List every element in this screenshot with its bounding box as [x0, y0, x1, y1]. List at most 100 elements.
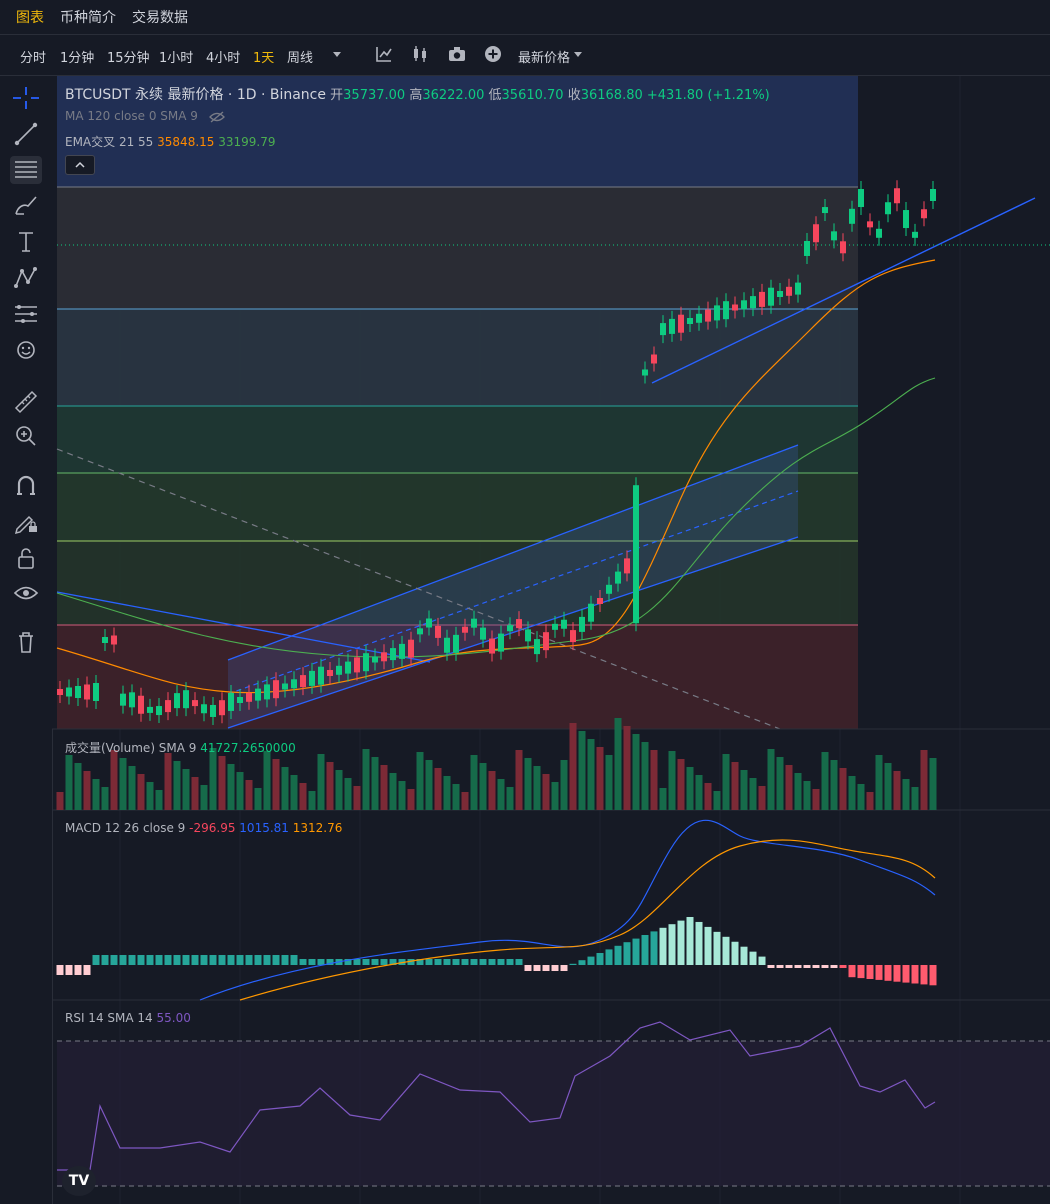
volume-bar	[569, 723, 577, 810]
lock-drawing-icon[interactable]	[10, 508, 42, 536]
ema-legend[interactable]: EMA交叉 21 55 35848.15 33199.79	[65, 133, 276, 150]
ma-legend[interactable]: MA 120 close 0 SMA 9	[65, 109, 226, 124]
fib-retracement-icon[interactable]	[10, 156, 42, 184]
macd-bar	[749, 951, 757, 965]
timeframe-1h[interactable]: 1小时	[159, 47, 193, 66]
crosshair-icon[interactable]	[10, 84, 42, 112]
tab-trading-data[interactable]: 交易数据	[132, 7, 188, 27]
brush-icon[interactable]	[10, 192, 42, 220]
candle-body	[903, 210, 909, 229]
candle-body	[255, 688, 261, 701]
volume-legend[interactable]: 成交量(Volume) SMA 9 41727.2650000	[65, 739, 296, 756]
candle-body	[651, 354, 657, 364]
macd-bar	[524, 965, 532, 971]
price-chart[interactable]	[52, 76, 1050, 1204]
volume-bar	[515, 750, 523, 810]
macd-bar	[155, 955, 163, 965]
close-label: 收	[567, 88, 581, 103]
candle-body	[831, 231, 837, 241]
macd-bar	[200, 955, 208, 965]
magnet-icon[interactable]	[10, 472, 42, 500]
candle-body	[777, 291, 783, 297]
text-icon[interactable]	[10, 228, 42, 256]
candle-body	[930, 189, 936, 202]
macd-bar	[65, 965, 73, 975]
macd-bar	[245, 955, 253, 965]
volume-bar	[182, 769, 190, 810]
timeframe-15m[interactable]: 15分钟	[107, 47, 150, 66]
macd-bar	[452, 959, 460, 965]
emoji-icon[interactable]	[10, 336, 42, 364]
macd-signal-value: 1312.76	[292, 821, 343, 835]
volume-bar	[650, 750, 658, 810]
low-label: 低	[488, 88, 502, 103]
pattern-icon[interactable]	[10, 264, 42, 292]
volume-bar	[542, 774, 550, 810]
volume-bar	[425, 760, 433, 810]
candle-body	[615, 571, 621, 584]
candle-body	[813, 224, 819, 243]
unlock-icon[interactable]	[10, 544, 42, 572]
signal-line	[239, 839, 936, 1001]
drawing-toolbar	[0, 76, 53, 1204]
volume-bar	[227, 764, 235, 810]
macd-bar	[875, 965, 883, 980]
chevron-up-icon	[75, 161, 85, 168]
dropdown-caret-icon[interactable]	[326, 43, 348, 65]
volume-bar	[362, 749, 370, 810]
ruler-lines-icon[interactable]	[10, 300, 42, 328]
macd-bar	[803, 965, 811, 968]
indicators-icon[interactable]	[373, 43, 395, 65]
volume-bar	[479, 763, 487, 810]
candle-body	[534, 639, 540, 655]
candle-body	[156, 706, 162, 716]
tab-chart[interactable]: 图表	[16, 7, 44, 27]
chevron-down-icon[interactable]	[567, 43, 589, 65]
macd-hist-value: -296.95	[189, 821, 236, 835]
eye-icon[interactable]	[10, 580, 42, 608]
volume-bar	[587, 739, 595, 810]
volume-bar	[668, 751, 676, 810]
tab-coin-info[interactable]: 币种简介	[60, 7, 116, 27]
add-plus-icon[interactable]	[482, 43, 504, 65]
camera-icon[interactable]	[446, 43, 468, 65]
volume-bar	[695, 775, 703, 810]
candle-body	[660, 323, 666, 336]
timeframe-1w[interactable]: 周线	[287, 47, 313, 66]
chart-toolbar: 分时 1分钟 15分钟 1小时 4小时 1天 周线 最新价格	[0, 35, 1050, 76]
ema-slow-value: 33199.79	[218, 135, 276, 149]
zoom-in-icon[interactable]	[10, 422, 42, 450]
candle-body	[588, 603, 594, 622]
volume-bar	[137, 774, 145, 810]
candle-body	[165, 700, 171, 713]
timeframe-4h[interactable]: 4小时	[206, 47, 240, 66]
candle-body	[867, 221, 873, 228]
volume-bar	[290, 775, 298, 810]
macd-bar	[560, 965, 568, 971]
volume-bar	[731, 762, 739, 810]
timeframe-1m[interactable]: 1分钟	[60, 47, 94, 66]
macd-bar	[182, 955, 190, 965]
trendline-icon[interactable]	[10, 120, 42, 148]
price-source-select[interactable]: 最新价格	[518, 47, 570, 66]
measure-icon[interactable]	[10, 386, 42, 414]
rsi-legend[interactable]: RSI 14 SMA 14 55.00	[65, 1011, 191, 1025]
candle-body	[525, 629, 531, 642]
tradingview-logo[interactable]: TV	[62, 1166, 96, 1196]
candle-type-icon[interactable]	[409, 43, 431, 65]
macd-legend[interactable]: MACD 12 26 close 9 -296.95 1015.81 1312.…	[65, 821, 342, 835]
candle-body	[462, 626, 468, 633]
trash-icon[interactable]	[10, 628, 42, 656]
open-value: 35737.00	[343, 88, 406, 103]
candle-body	[606, 584, 612, 594]
macd-bar	[281, 955, 289, 965]
timeframe-time[interactable]: 分时	[20, 47, 46, 66]
timeframe-1d[interactable]: 1天	[253, 47, 274, 66]
macd-bar	[263, 955, 271, 965]
macd-bar	[695, 921, 703, 965]
candle-body	[804, 240, 810, 256]
volume-bar	[488, 771, 496, 810]
collapse-legend-button[interactable]	[65, 155, 95, 175]
volume-bar	[128, 766, 136, 810]
hidden-eye-icon[interactable]	[208, 110, 226, 124]
